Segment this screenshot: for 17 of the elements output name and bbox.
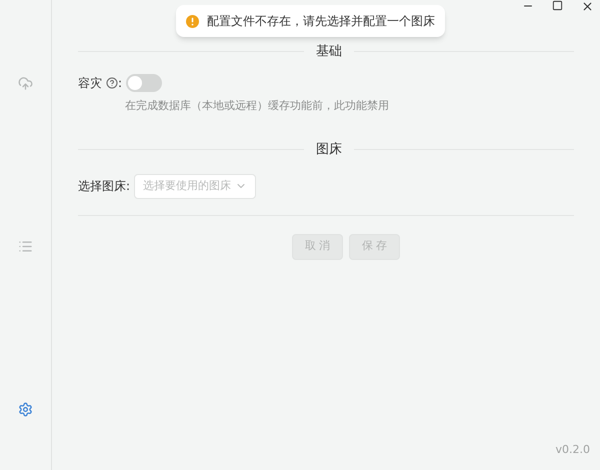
- hint-text: 在完成数据库（本地或远程）缓存功能前，此功能禁用: [125, 98, 390, 114]
- field-label: 容灾: [78, 74, 102, 92]
- host-select[interactable]: 选择要使用的图床: [134, 174, 256, 198]
- maximize-icon[interactable]: [552, 0, 563, 11]
- label-colon: :: [118, 74, 122, 92]
- toggle-switch[interactable]: [126, 74, 162, 92]
- cloud-upload-icon: [18, 76, 33, 91]
- settings-icon: [18, 402, 33, 417]
- help-icon: [106, 76, 118, 88]
- section-title: 基础: [316, 43, 342, 61]
- toast-message: 配置文件不存在，请先选择并配置一个图床: [176, 5, 445, 37]
- list-icon: [18, 239, 33, 254]
- warning-icon: [186, 14, 199, 28]
- close-icon[interactable]: [581, 0, 594, 13]
- version-label: v0.2.0: [556, 442, 590, 458]
- section-title: 图床: [316, 141, 342, 159]
- field-label: 选择图床:: [78, 178, 130, 195]
